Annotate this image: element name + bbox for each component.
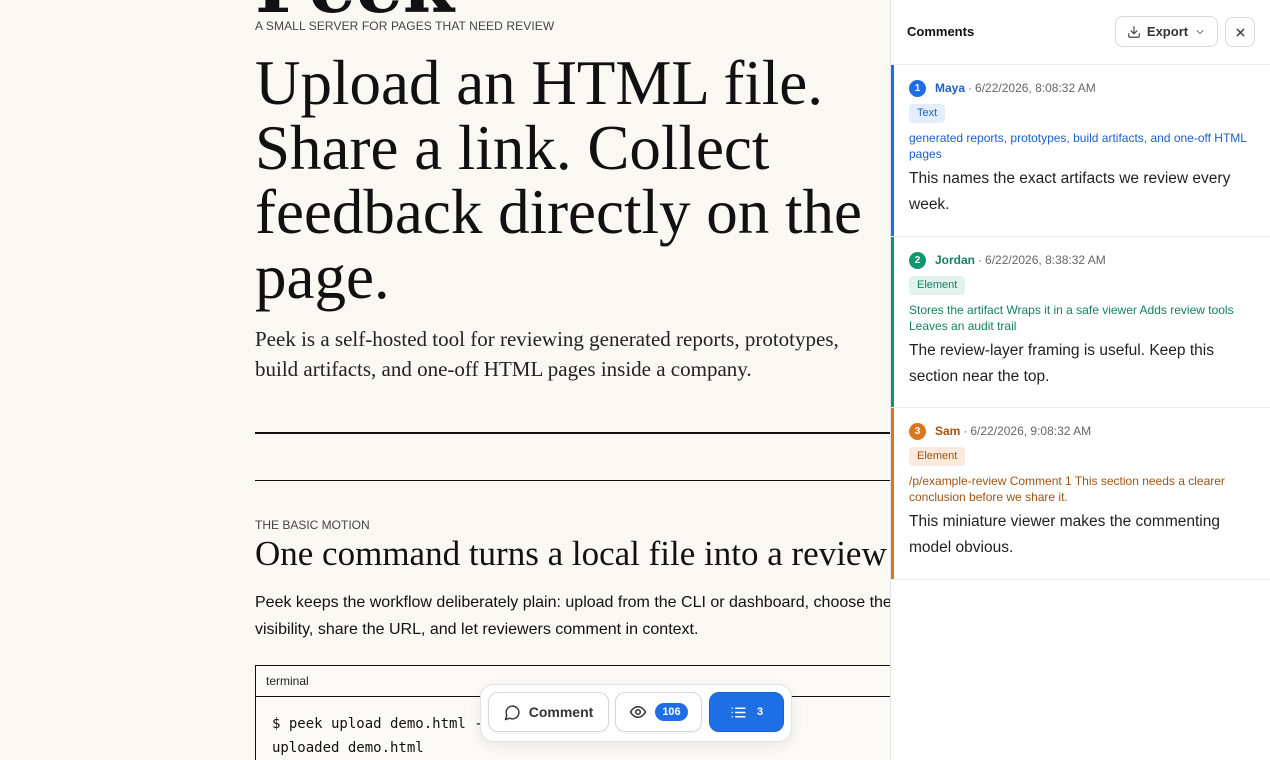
- views-button[interactable]: 106: [615, 692, 702, 732]
- comment-card[interactable]: 2 Jordan · 6/22/2026, 8:38:32 AM Element…: [891, 237, 1270, 408]
- comment-body: This miniature viewer makes the commenti…: [909, 513, 1220, 556]
- comments-list-button[interactable]: 3: [709, 692, 784, 732]
- review-toolbar: Comment 106 3: [480, 684, 792, 742]
- speech-bubble-icon: [504, 704, 520, 720]
- comment-anchor-tag: Text: [909, 104, 946, 123]
- comment-timestamp: 6/22/2026, 9:08:32 AM: [970, 424, 1092, 438]
- hero-headline: Upload an HTML file. Share a link. Colle…: [255, 48, 862, 312]
- download-icon: [1128, 25, 1140, 38]
- comment-card[interactable]: 1 Maya · 6/22/2026, 8:08:32 AM Text gene…: [891, 65, 1270, 237]
- comment-anchor-tag: Element: [909, 447, 966, 466]
- export-button[interactable]: Export: [1115, 16, 1218, 47]
- comment-author: Maya: [935, 81, 966, 95]
- views-count-badge: 106: [655, 703, 688, 721]
- comment-meta: 3 Sam · 6/22/2026, 9:08:32 AM: [909, 422, 1252, 440]
- export-label: Export: [1146, 24, 1189, 39]
- comment-anchor-quote: generated reports, prototypes, build art…: [909, 131, 1247, 161]
- divider: [255, 480, 891, 481]
- divider: [255, 432, 891, 434]
- comment-author: Sam: [935, 424, 961, 438]
- hero-lede: Peek is a self-hosted tool for reviewing…: [255, 327, 839, 381]
- comment-meta: 2 Jordan · 6/22/2026, 8:38:32 AM: [909, 251, 1252, 269]
- comment-number-badge: 1: [909, 79, 926, 97]
- page-viewer: Peek A SMALL SERVER FOR PAGES THAT NEED …: [0, 0, 891, 760]
- chevron-down-icon: [1196, 29, 1204, 34]
- section-kicker: THE BASIC MOTION: [255, 518, 370, 532]
- comment-number-badge: 2: [909, 251, 926, 269]
- sidebar-header: Comments Export: [891, 0, 1270, 65]
- section-title: One command turns a local file into a re…: [255, 534, 891, 573]
- hero-kicker: A SMALL SERVER FOR PAGES THAT NEED REVIE…: [255, 19, 555, 33]
- comment-number-badge: 3: [909, 422, 926, 440]
- comments-sidebar: Comments Export 1 Maya · 6/22/2026, 8:08…: [890, 0, 1270, 760]
- comment-anchor-tag: Element: [909, 276, 966, 295]
- sidebar-title: Comments: [907, 24, 975, 39]
- comment-button[interactable]: Comment: [488, 692, 609, 732]
- comment-accent-bar: [891, 237, 894, 407]
- section-body: Peek keeps the workflow deliberately pla…: [255, 594, 891, 638]
- comment-body: This names the exact artifacts we review…: [909, 170, 1231, 213]
- comment-timestamp: 6/22/2026, 8:38:32 AM: [985, 253, 1106, 267]
- comment-author: Jordan: [935, 253, 976, 267]
- close-sidebar-button[interactable]: [1225, 17, 1255, 47]
- close-icon: [1236, 28, 1244, 36]
- comment-accent-bar: [891, 408, 894, 579]
- comment-anchor-quote: Stores the artifact Wraps it in a safe v…: [909, 303, 1234, 333]
- comment-accent-bar: [891, 65, 894, 236]
- comment-card[interactable]: 3 Sam · 6/22/2026, 9:08:32 AM Element /p…: [891, 408, 1270, 580]
- comment-body: The review-layer framing is useful. Keep…: [909, 342, 1214, 385]
- comments-count: 3: [756, 706, 764, 718]
- comment-meta: 1 Maya · 6/22/2026, 8:08:32 AM: [909, 79, 1252, 97]
- comment-button-label: Comment: [528, 704, 594, 720]
- list-icon: [731, 707, 746, 717]
- comment-timestamp: 6/22/2026, 8:08:32 AM: [975, 81, 1096, 95]
- eye-icon: [630, 706, 647, 718]
- comment-anchor-quote: /p/example-review Comment 1 This section…: [909, 474, 1225, 504]
